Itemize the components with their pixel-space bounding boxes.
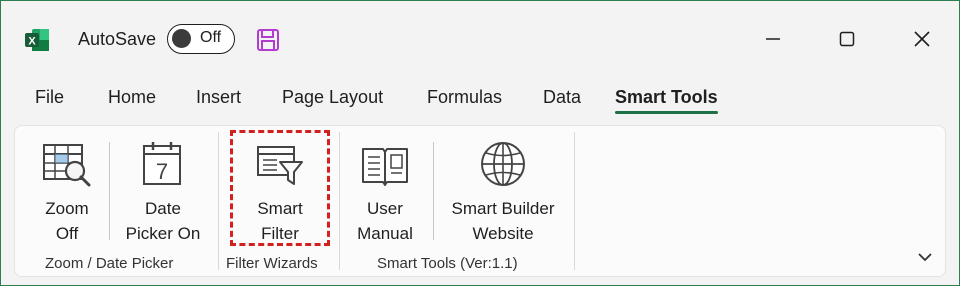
calendar-icon: 7 [141,136,185,188]
save-icon[interactable] [256,28,280,57]
group-label-zoom-date-picker: Zoom / Date Picker [45,255,174,272]
globe-icon [479,136,527,188]
maximize-icon[interactable] [827,23,867,55]
zoom-off-button[interactable]: Zoom Off [37,136,97,246]
tab-insert[interactable]: Insert [196,87,241,114]
tab-data[interactable]: Data [543,87,581,114]
svg-text:X: X [28,36,36,48]
date-picker-on-label: Date Picker On [125,199,201,243]
tab-smart-tools[interactable]: Smart Tools [615,87,718,114]
group-divider [339,132,340,270]
smart-builder-website-button[interactable]: Smart Builder Website [441,136,565,246]
group-divider [574,132,575,270]
tab-file[interactable]: File [35,87,64,114]
tab-page-layout[interactable]: Page Layout [282,87,383,114]
tab-formulas[interactable]: Formulas [427,87,502,114]
chevron-down-icon[interactable] [917,250,933,268]
ribbon-panel: Zoom Off 7 Date Picker On Smart Filter U… [14,125,946,277]
divider [433,142,434,240]
divider [109,142,110,240]
group-label-smart-tools: Smart Tools (Ver:1.1) [377,255,518,272]
autosave-label: AutoSave [78,29,157,49]
date-picker-on-button[interactable]: 7 Date Picker On [117,136,209,246]
user-manual-button[interactable]: User Manual [348,136,422,246]
excel-logo-icon: X [24,28,49,52]
tab-home[interactable]: Home [108,87,156,114]
group-divider [218,132,219,270]
minimize-icon[interactable] [753,23,793,55]
excel-window: X AutoSave Off File Home Insert Page Lay… [0,0,960,286]
book-icon [360,136,410,188]
user-manual-label: User Manual [357,199,413,243]
calendar-day: 7 [156,159,168,184]
zoom-table-icon [41,136,93,188]
highlight-box [230,130,330,246]
group-label-filter-wizards: Filter Wizards [226,255,318,272]
smart-builder-website-label: Smart Builder Website [451,199,555,243]
autosave-toggle[interactable]: Off [167,24,235,54]
title-bar: X AutoSave Off [1,1,959,77]
zoom-off-label: Zoom Off [45,199,89,243]
autosave-state: Off [200,29,222,46]
close-icon[interactable] [902,23,942,55]
toggle-knob [172,29,191,48]
